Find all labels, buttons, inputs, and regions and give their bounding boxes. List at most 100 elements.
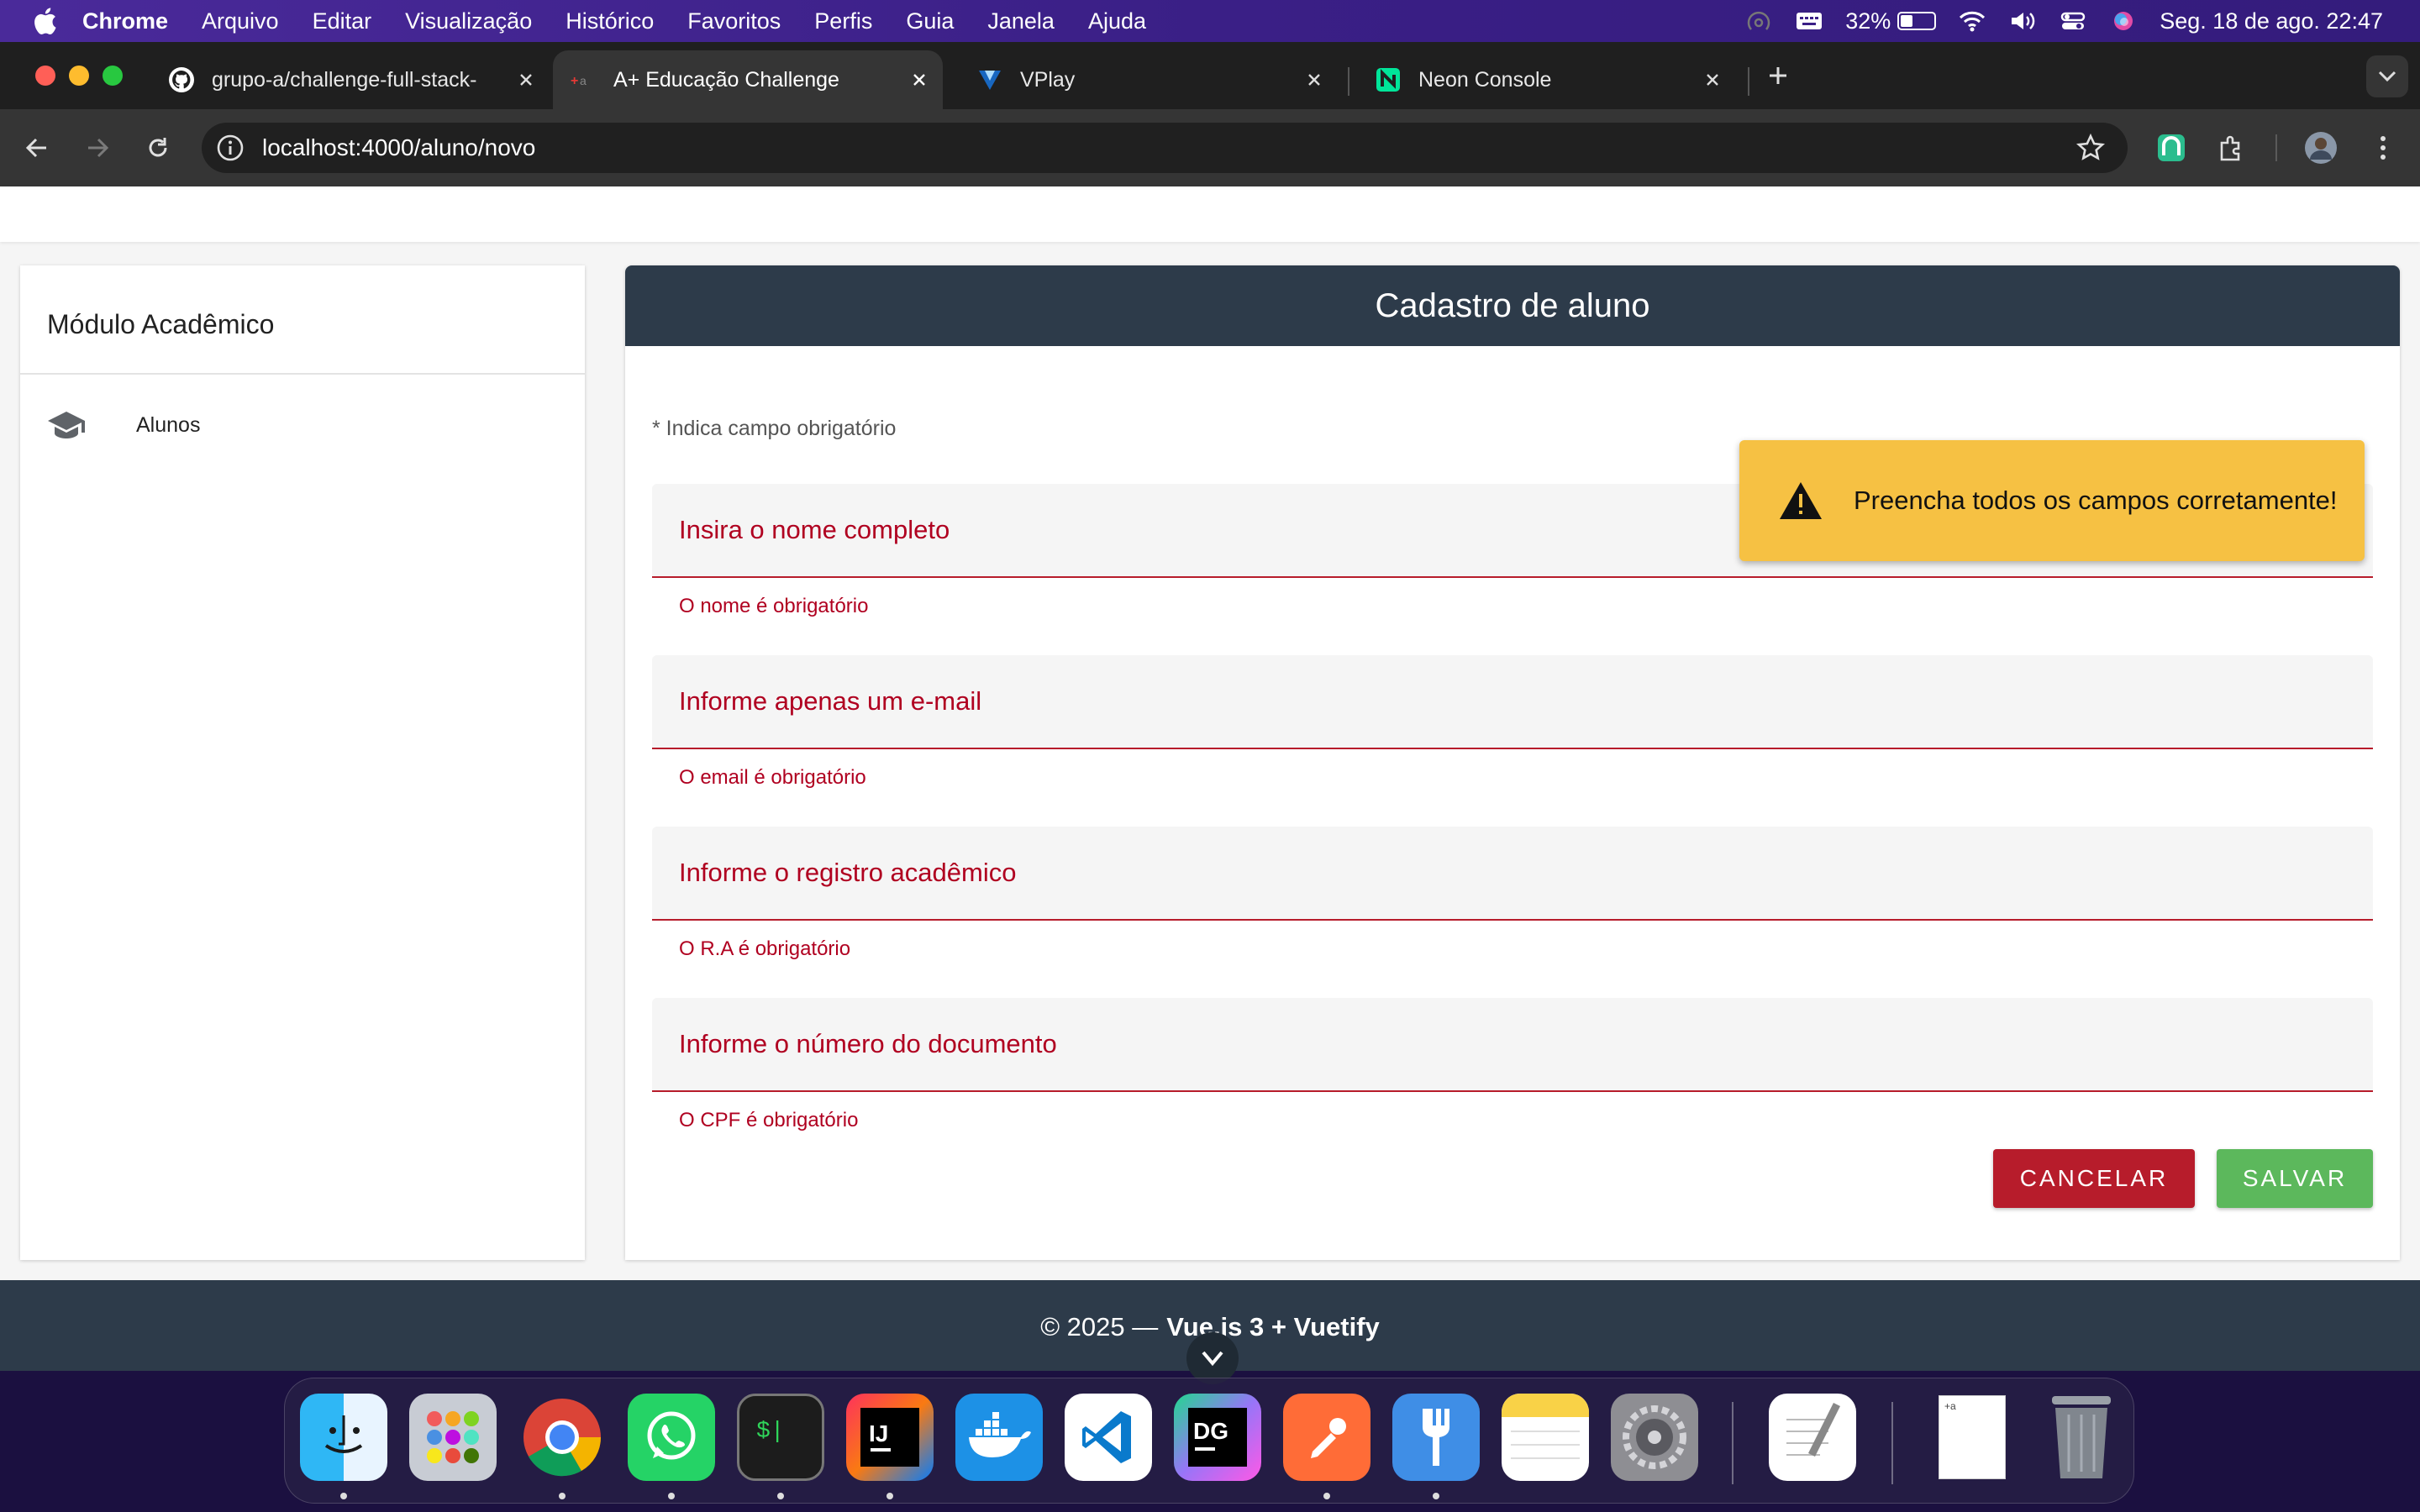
menu-arquivo[interactable]: Arquivo (202, 8, 279, 34)
document-number-input[interactable] (652, 998, 2373, 1090)
browser-tab-strip: grupo-a/challenge-full-stack- + a A+ Educ… (0, 42, 2420, 109)
cancel-button[interactable]: CANCELAR (1993, 1149, 2195, 1208)
menu-editar[interactable]: Editar (313, 8, 372, 34)
forward-button[interactable] (79, 129, 116, 166)
avatar-icon (2305, 132, 2337, 164)
tab-vplay[interactable]: VPlay (951, 50, 1338, 109)
academic-record-field (652, 827, 2373, 921)
back-button[interactable] (18, 129, 55, 166)
footer-copyright: © 2025 — (1040, 1312, 1159, 1341)
airdrop-icon[interactable] (1744, 9, 1773, 33)
extension-button[interactable] (2153, 129, 2190, 166)
datagrip-icon[interactable]: DG (1174, 1394, 1261, 1481)
close-window-button[interactable] (35, 66, 55, 86)
tab-label: Neon Console (1418, 67, 1552, 92)
menu-chrome[interactable]: Chrome (82, 8, 168, 34)
reload-button[interactable] (139, 129, 176, 166)
bookmark-star-icon[interactable] (2075, 133, 2106, 163)
minimize-window-button[interactable] (69, 66, 89, 86)
extensions-menu-button[interactable] (2213, 129, 2250, 166)
form-header: Cadastro de aluno (625, 265, 2400, 346)
sidebar-item-label: Alunos (136, 412, 201, 437)
close-tab-icon[interactable] (1297, 63, 1331, 97)
chevron-down-icon (1202, 1351, 1223, 1367)
scroll-indicator[interactable] (1186, 1332, 1239, 1384)
extension-app-icon (2158, 134, 2185, 161)
sidebar-divider (20, 373, 585, 375)
postman-icon[interactable] (1283, 1394, 1370, 1481)
site-info-icon[interactable] (215, 133, 245, 163)
whatsapp-icon[interactable] (628, 1394, 715, 1481)
terminal-icon[interactable]: $| (737, 1394, 824, 1481)
volume-icon[interactable] (2008, 9, 2037, 33)
siri-icon[interactable] (2109, 9, 2138, 33)
new-tab-button[interactable] (1760, 57, 1797, 94)
svg-text:IJ: IJ (869, 1420, 888, 1446)
system-settings-icon[interactable] (1611, 1394, 1698, 1481)
menu-janela[interactable]: Janela (987, 8, 1055, 34)
toolbar-separator (2275, 134, 2277, 161)
menu-historico[interactable]: Histórico (566, 8, 654, 34)
url-text[interactable]: localhost:4000/aluno/novo (262, 134, 535, 161)
full-name-error: O nome é obrigatório (679, 595, 869, 617)
menu-perfis[interactable]: Perfis (814, 8, 872, 34)
intellij-icon[interactable]: IJ (846, 1394, 934, 1481)
address-bar[interactable]: localhost:4000/aluno/novo (202, 123, 2128, 173)
dock-separator (1891, 1402, 1893, 1484)
form-title: Cadastro de aluno (1375, 286, 1650, 324)
academic-record-error: O R.A é obrigatório (679, 937, 851, 960)
tab-search-button[interactable] (2366, 55, 2408, 97)
email-input[interactable] (652, 655, 2373, 748)
finder-icon[interactable] (300, 1394, 387, 1481)
notes-icon[interactable] (1502, 1394, 1589, 1481)
battery-level (1901, 15, 1912, 27)
menubar-clock[interactable]: Seg. 18 de ago. 22:47 (2160, 8, 2383, 34)
close-tab-icon[interactable] (509, 63, 543, 97)
tab-a-educacao[interactable]: + a A+ Educação Challenge (553, 50, 943, 109)
apple-icon[interactable] (32, 7, 57, 35)
email-error: O email é obrigatório (679, 766, 866, 789)
chrome-menu-button[interactable] (2365, 129, 2402, 166)
vuetify-icon (979, 71, 1001, 90)
menu-favoritos[interactable]: Favoritos (687, 8, 781, 34)
menu-guia[interactable]: Guia (906, 8, 954, 34)
profile-avatar[interactable] (2302, 129, 2339, 166)
required-field-note: * Indica campo obrigatório (652, 417, 897, 440)
snackbar-message: Preencha todos os campos corretamente! (1854, 486, 2338, 515)
textedit-icon[interactable] (1769, 1394, 1856, 1481)
tab-neon-console[interactable]: Neon Console (1349, 50, 1736, 109)
sidebar-card: Módulo Acadêmico Alunos (20, 265, 585, 1260)
control-center-icon[interactable] (2059, 9, 2087, 33)
battery-status[interactable]: 32% (1845, 8, 1937, 34)
tab-separator (1748, 67, 1749, 96)
running-indicator (668, 1493, 675, 1499)
site-icon: + a (571, 74, 587, 88)
battery-percent: 32% (1845, 8, 1891, 34)
close-tab-icon[interactable] (1696, 63, 1729, 97)
github-icon (169, 67, 194, 92)
document-icon[interactable]: +a (1928, 1394, 2016, 1481)
zoom-window-button[interactable] (103, 66, 123, 86)
warning-icon (1780, 482, 1822, 519)
macos-dock: $| IJ DG +a (284, 1378, 2134, 1504)
trash-icon[interactable] (2038, 1394, 2125, 1481)
close-tab-icon[interactable] (902, 63, 936, 97)
student-form-card: Cadastro de aluno * Indica campo obrigat… (625, 265, 2400, 1260)
arrow-left-icon (25, 138, 46, 158)
chrome-icon[interactable] (518, 1394, 606, 1481)
vscode-icon[interactable] (1065, 1394, 1152, 1481)
menu-ajuda[interactable]: Ajuda (1088, 8, 1146, 34)
launchpad-icon[interactable] (409, 1394, 497, 1481)
tab-github[interactable]: grupo-a/challenge-full-stack- (143, 50, 550, 109)
chevron-down-icon (2378, 71, 2396, 82)
web-page: Módulo Acadêmico Alunos Cadastro de alun… (0, 186, 2420, 1371)
save-button[interactable]: SALVAR (2217, 1149, 2373, 1208)
academic-record-input[interactable] (652, 827, 2373, 919)
docker-icon[interactable] (955, 1394, 1043, 1481)
fork-icon[interactable] (1392, 1394, 1480, 1481)
keyboard-icon[interactable] (1795, 9, 1823, 33)
wifi-icon[interactable] (1958, 9, 1986, 33)
tab-label: VPlay (1020, 67, 1076, 92)
sidebar-item-alunos[interactable]: Alunos (20, 391, 585, 459)
menu-visualizacao[interactable]: Visualização (405, 8, 532, 34)
